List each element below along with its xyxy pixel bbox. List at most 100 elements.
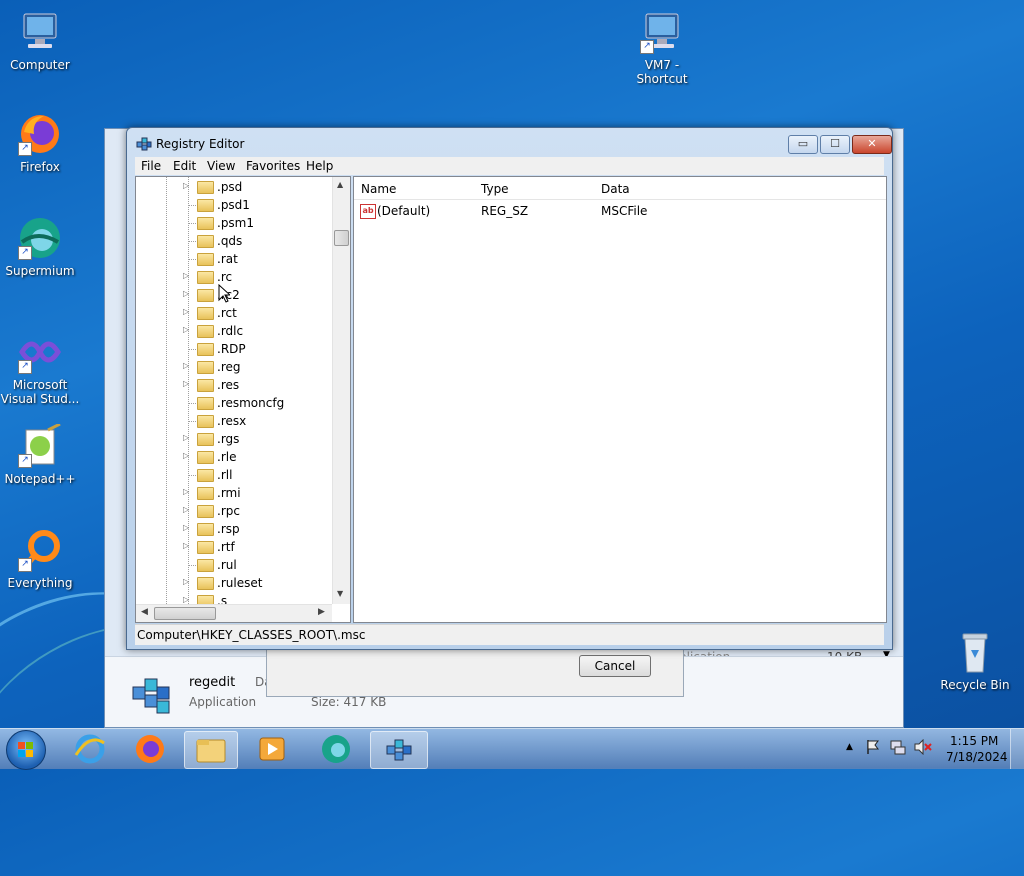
values-list-pane[interactable]: Name Type Data ab (Default) REG_SZ MSCFi… <box>353 176 887 623</box>
column-header-data[interactable]: Data <box>594 177 886 200</box>
desktop-icon-notepadpp[interactable]: ↗ Notepad++ <box>0 422 80 486</box>
expand-arrow-icon[interactable]: ▷ <box>183 451 189 460</box>
desktop-icon-vm7-shortcut[interactable]: ↗ VM7 - Shortcut <box>622 10 702 86</box>
menu-help[interactable]: Help <box>306 159 333 173</box>
tree-item[interactable]: ▷ .rtf <box>136 538 336 556</box>
folder-icon <box>197 289 214 302</box>
desktop-icon-computer[interactable]: Computer <box>0 10 80 72</box>
tree-item[interactable]: .qds <box>136 232 336 250</box>
tree-item[interactable]: .psd1 <box>136 196 336 214</box>
taskbar-firefox-button[interactable] <box>124 731 176 767</box>
minimize-button[interactable]: ▭ <box>788 135 818 154</box>
firefox-icon: ↗ <box>18 112 62 156</box>
expand-arrow-icon[interactable]: ▷ <box>183 379 189 388</box>
volume-muted-icon[interactable] <box>914 738 932 758</box>
desktop-icon-recycle-bin[interactable]: Recycle Bin <box>935 630 1015 692</box>
tree-item[interactable]: .RDP <box>136 340 336 358</box>
clock-time[interactable]: 1:15 PM <box>950 734 998 748</box>
tree-item[interactable]: .resmoncfg <box>136 394 336 412</box>
shortcut-arrow-icon: ↗ <box>18 360 32 374</box>
expand-arrow-icon[interactable]: ▷ <box>183 523 189 532</box>
folder-icon <box>197 343 214 356</box>
expand-arrow-icon[interactable]: ▷ <box>183 307 189 316</box>
tree-item[interactable]: ▷ .rdlc <box>136 322 336 340</box>
expand-arrow-icon[interactable]: ▷ <box>183 487 189 496</box>
expand-arrow-icon[interactable]: ▷ <box>183 361 189 370</box>
tree-item[interactable]: .rul <box>136 556 336 574</box>
folder-icon <box>197 541 214 554</box>
clock-date[interactable]: 7/18/2024 <box>946 750 1008 764</box>
tree-horizontal-scrollbar[interactable]: ◀ ▶ <box>136 604 332 622</box>
taskbar-media-player-button[interactable] <box>246 731 298 767</box>
tree-item[interactable]: .psm1 <box>136 214 336 232</box>
tree-item[interactable]: ▷ .rpc <box>136 502 336 520</box>
tree-item-label: .rat <box>217 252 238 266</box>
tree-item[interactable]: ▷.rc2 <box>136 286 336 304</box>
expand-arrow-icon[interactable]: ▷ <box>183 433 189 442</box>
column-header-name[interactable]: Name <box>354 177 475 200</box>
tree-item[interactable]: ▷ .rmi <box>136 484 336 502</box>
scroll-right-arrow-icon[interactable]: ▶ <box>318 607 325 617</box>
tree-item[interactable]: .rat <box>136 250 336 268</box>
tree-item[interactable]: ▷ .rgs <box>136 430 336 448</box>
network-icon[interactable] <box>890 739 906 758</box>
supermium-icon: ↗ <box>18 216 62 260</box>
expand-arrow-icon[interactable]: ▷ <box>183 181 189 190</box>
tree-item[interactable]: .rll <box>136 466 336 484</box>
menu-file[interactable]: File <box>141 159 161 173</box>
tree-item[interactable]: ▷ .reg <box>136 358 336 376</box>
tree-item[interactable]: ▷ .rct <box>136 304 336 322</box>
start-button[interactable] <box>6 730 46 770</box>
value-row[interactable]: ab (Default) REG_SZ MSCFile <box>354 201 886 221</box>
tree-item[interactable]: ▷ .rc <box>136 268 336 286</box>
string-value-icon: ab <box>360 204 376 219</box>
tree-item[interactable]: ▷ .rle <box>136 448 336 466</box>
taskbar-explorer-button[interactable] <box>184 731 238 769</box>
expand-arrow-icon[interactable]: ▷ <box>183 541 189 550</box>
scroll-up-arrow-icon[interactable]: ▲ <box>337 180 343 189</box>
show-desktop-button[interactable] <box>1010 729 1024 769</box>
title-bar[interactable]: Registry Editor ▭ ☐ ✕ <box>127 128 892 158</box>
tree-item[interactable]: ▷ .res <box>136 376 336 394</box>
tree-hscroll-thumb[interactable] <box>154 607 216 620</box>
desktop-icon-label: VM7 - Shortcut <box>636 58 688 86</box>
desktop-icon-visual-studio[interactable]: ↗ Microsoft Visual Stud... <box>0 330 80 406</box>
close-button[interactable]: ✕ <box>852 135 892 154</box>
expand-arrow-icon[interactable]: ▷ <box>183 325 189 334</box>
desktop-icon-everything[interactable]: ↗ Everything <box>0 528 80 590</box>
taskbar-supermium-button[interactable] <box>310 731 362 767</box>
folder-icon <box>197 397 214 410</box>
expand-arrow-icon[interactable]: ▷ <box>183 595 189 604</box>
desktop-icon-firefox[interactable]: ↗ Firefox <box>0 112 80 174</box>
menu-view[interactable]: View <box>207 159 235 173</box>
shortcut-arrow-icon: ↗ <box>18 142 32 156</box>
tree-item-label: .qds <box>217 234 243 248</box>
expand-arrow-icon[interactable]: ▷ <box>183 289 189 298</box>
tree-item[interactable]: ▷ .psd <box>136 178 336 196</box>
action-center-flag-icon[interactable] <box>866 739 880 758</box>
maximize-button[interactable]: ☐ <box>820 135 850 154</box>
supermium-icon <box>322 735 350 763</box>
tree-vertical-scrollbar[interactable]: ▲ ▼ <box>332 177 350 604</box>
menu-edit[interactable]: Edit <box>173 159 196 173</box>
tree-item[interactable]: .resx <box>136 412 336 430</box>
taskbar-ie-button[interactable] <box>64 731 116 767</box>
menu-favorites[interactable]: Favorites <box>246 159 300 173</box>
scroll-down-arrow-icon[interactable]: ▼ <box>337 589 343 598</box>
expand-arrow-icon[interactable]: ▷ <box>183 271 189 280</box>
folder-icon <box>197 253 214 266</box>
key-tree-pane[interactable]: ▷.psd.psd1.psm1.qds.rat▷.rc▷.rc2▷.rct▷.r… <box>135 176 351 623</box>
taskbar-regedit-button[interactable] <box>370 731 428 769</box>
expand-arrow-icon[interactable]: ▷ <box>183 577 189 586</box>
tree-item-label: .rul <box>217 558 237 572</box>
column-header-type[interactable]: Type <box>474 177 595 200</box>
tray-expand-icon[interactable]: ▲ <box>846 742 853 752</box>
cancel-button[interactable]: Cancel <box>579 655 651 677</box>
desktop-icon-supermium[interactable]: ↗ Supermium <box>0 216 80 278</box>
scroll-left-arrow-icon[interactable]: ◀ <box>141 607 148 617</box>
expand-arrow-icon[interactable]: ▷ <box>183 505 189 514</box>
tree-item[interactable]: ▷ .rsp <box>136 520 336 538</box>
tree-scroll-thumb[interactable] <box>334 230 349 246</box>
tree-item[interactable]: ▷ .ruleset <box>136 574 336 592</box>
folder-icon <box>197 235 214 248</box>
